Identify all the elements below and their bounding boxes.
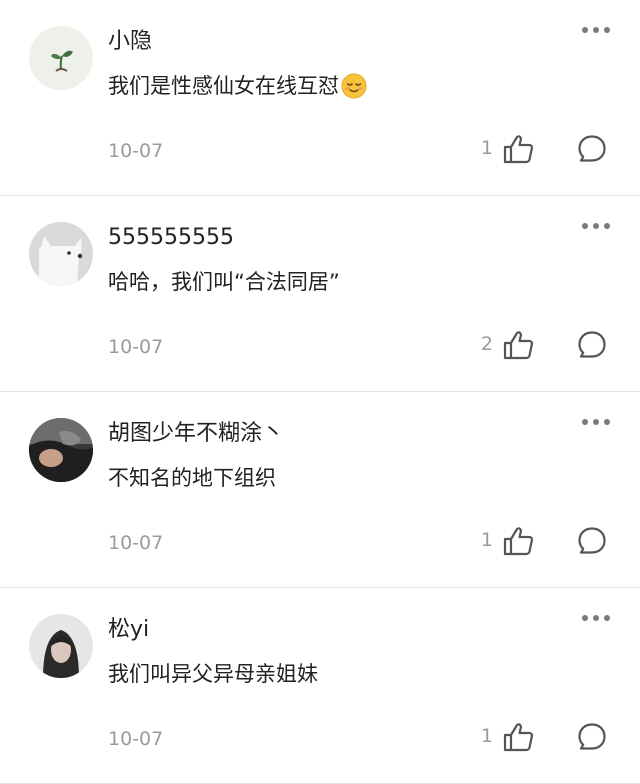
more-options-icon[interactable]	[582, 610, 610, 626]
comment-date: 10-07	[108, 728, 164, 750]
plant-sprout-avatar	[29, 26, 93, 90]
username[interactable]: 小隐	[108, 27, 152, 57]
comment-text: 哈哈，我们叫“合法同居”	[108, 270, 340, 294]
comment-bubble-icon[interactable]	[576, 525, 608, 557]
user-avatar[interactable]	[29, 418, 93, 482]
like-count: 1	[480, 725, 493, 747]
like-count: 2	[480, 333, 493, 355]
more-options-icon[interactable]	[582, 22, 610, 38]
comment-item: 胡图少年不糊涂丶 不知名的地下组织 10-07 1	[0, 392, 640, 588]
white-dog-avatar	[29, 222, 93, 286]
person-photo-avatar	[29, 614, 93, 678]
like-count: 1	[480, 529, 493, 551]
like-count: 1	[480, 137, 493, 159]
username[interactable]: 555555555	[108, 223, 234, 253]
comment-text: 我们叫异父异母亲姐妹	[108, 662, 318, 686]
thumbs-up-icon[interactable]	[502, 721, 536, 753]
more-options-icon[interactable]	[582, 414, 610, 430]
comment-date: 10-07	[108, 336, 164, 358]
comment-item: 松yi 我们叫异父异母亲姐妹 10-07 1	[0, 588, 640, 784]
more-options-icon[interactable]	[582, 218, 610, 234]
relieved-face-emoji	[341, 73, 367, 107]
thumbs-up-icon[interactable]	[502, 329, 536, 361]
comment-text: 不知名的地下组织	[108, 466, 276, 490]
comment-text-body: 我们是性感仙女在线互怼	[108, 74, 339, 98]
thumbs-up-icon[interactable]	[502, 525, 536, 557]
user-avatar[interactable]	[29, 222, 93, 286]
comment-date: 10-07	[108, 532, 164, 554]
comment-date: 10-07	[108, 140, 164, 162]
comment-text: 我们是性感仙女在线互怼	[108, 71, 367, 107]
comment-bubble-icon[interactable]	[576, 329, 608, 361]
dark-photo-avatar	[29, 418, 93, 482]
username[interactable]: 松yi	[108, 615, 149, 645]
thumbs-up-icon[interactable]	[502, 133, 536, 165]
username[interactable]: 胡图少年不糊涂丶	[108, 419, 284, 449]
comment-bubble-icon[interactable]	[576, 721, 608, 753]
comment-item: 小隐 我们是性感仙女在线互怼 10-07 1	[0, 0, 640, 196]
comment-bubble-icon[interactable]	[576, 133, 608, 165]
user-avatar[interactable]	[29, 26, 93, 90]
comment-item: 555555555 哈哈，我们叫“合法同居” 10-07 2	[0, 196, 640, 392]
user-avatar[interactable]	[29, 614, 93, 678]
